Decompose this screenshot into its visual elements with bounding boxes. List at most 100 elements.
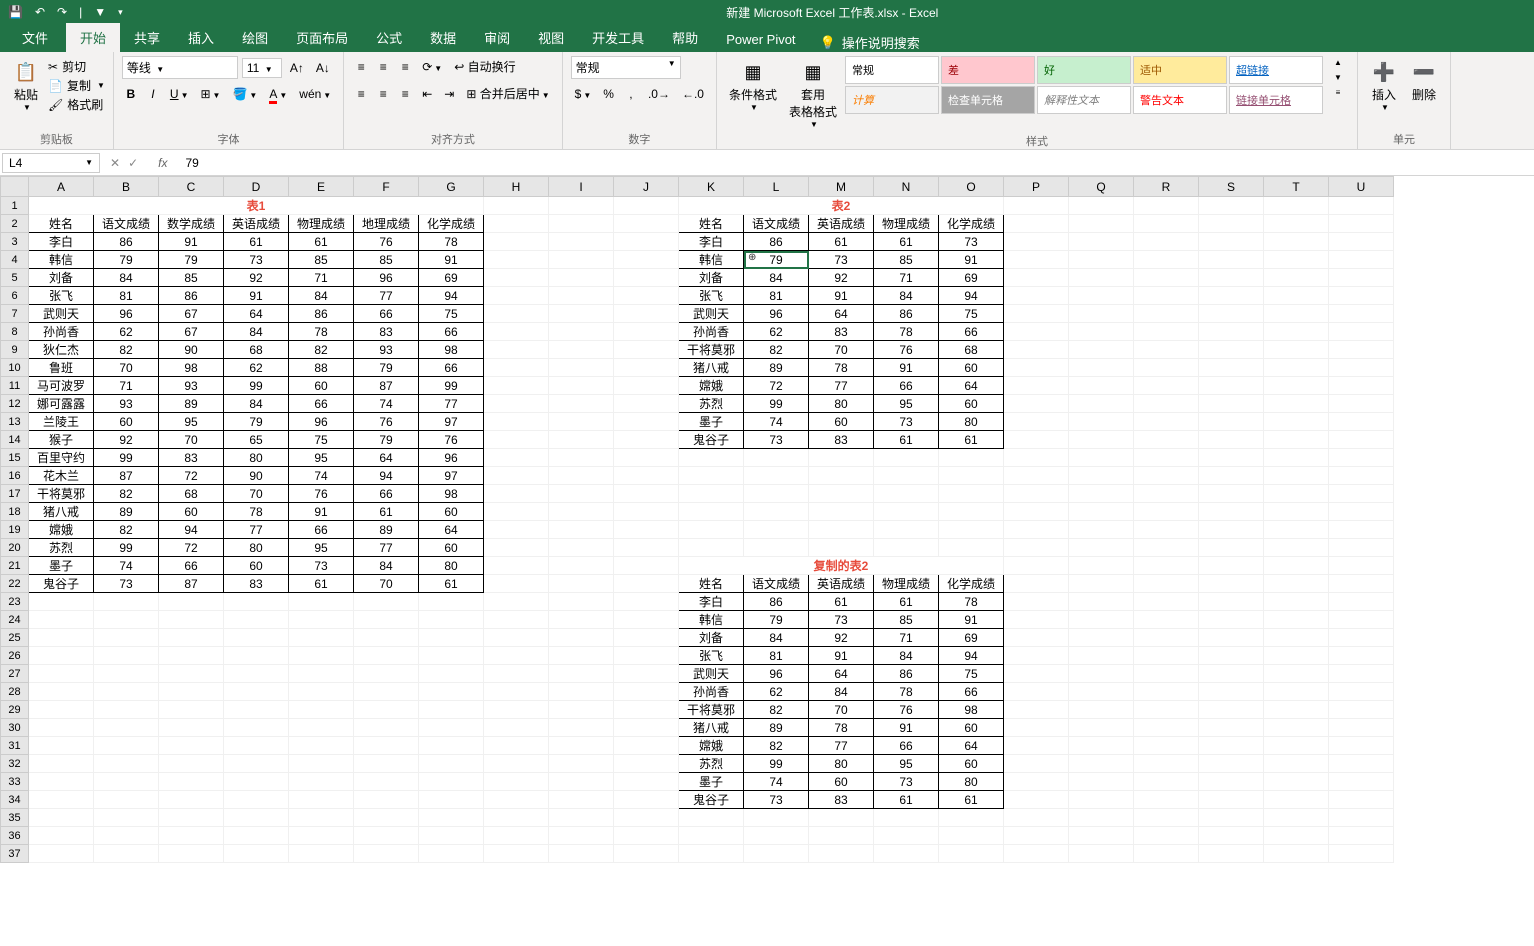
- cell[interactable]: [1199, 215, 1264, 233]
- cell[interactable]: [1004, 845, 1069, 863]
- cell[interactable]: [484, 395, 549, 413]
- cell[interactable]: [484, 629, 549, 647]
- cell[interactable]: [289, 791, 354, 809]
- style-calc[interactable]: 计算: [845, 86, 939, 114]
- cell[interactable]: [1134, 773, 1199, 791]
- cell[interactable]: [484, 413, 549, 431]
- cell[interactable]: [1264, 557, 1329, 575]
- underline-button[interactable]: U▼: [166, 85, 193, 103]
- row-header[interactable]: 35: [1, 809, 29, 827]
- cell[interactable]: 物理成绩: [874, 215, 939, 233]
- cell[interactable]: 刘备: [679, 629, 744, 647]
- cell[interactable]: 66: [354, 485, 419, 503]
- cell[interactable]: [289, 719, 354, 737]
- cell[interactable]: [29, 683, 94, 701]
- column-header[interactable]: E: [289, 177, 354, 197]
- cell[interactable]: [1199, 791, 1264, 809]
- cell[interactable]: [809, 827, 874, 845]
- cell[interactable]: [224, 647, 289, 665]
- cell[interactable]: [614, 557, 679, 575]
- cell[interactable]: [1134, 323, 1199, 341]
- cell[interactable]: 64: [419, 521, 484, 539]
- cell[interactable]: [874, 521, 939, 539]
- cell[interactable]: [1069, 377, 1134, 395]
- cell[interactable]: 83: [354, 323, 419, 341]
- cell[interactable]: 孙尚香: [679, 683, 744, 701]
- cell[interactable]: [549, 647, 614, 665]
- cell[interactable]: 68: [939, 341, 1004, 359]
- delete-cells-button[interactable]: ➖ 删除: [1406, 56, 1442, 105]
- align-top-button[interactable]: ≡: [352, 58, 370, 76]
- cell[interactable]: [1199, 323, 1264, 341]
- cell[interactable]: [1329, 323, 1394, 341]
- cell[interactable]: [614, 341, 679, 359]
- cell[interactable]: [679, 845, 744, 863]
- cell[interactable]: [289, 827, 354, 845]
- cell[interactable]: [484, 431, 549, 449]
- cell[interactable]: 91: [874, 719, 939, 737]
- align-middle-button[interactable]: ≡: [374, 58, 392, 76]
- decrease-indent-button[interactable]: ⇤: [418, 85, 436, 103]
- cell[interactable]: 66: [419, 323, 484, 341]
- cell[interactable]: [484, 575, 549, 593]
- cell[interactable]: [224, 755, 289, 773]
- cell[interactable]: [1329, 503, 1394, 521]
- row-header[interactable]: 16: [1, 467, 29, 485]
- cell[interactable]: [1134, 575, 1199, 593]
- column-header[interactable]: I: [549, 177, 614, 197]
- cell[interactable]: [1004, 413, 1069, 431]
- cell[interactable]: [744, 503, 809, 521]
- cell[interactable]: [224, 593, 289, 611]
- cell[interactable]: [1199, 683, 1264, 701]
- cell[interactable]: [484, 323, 549, 341]
- column-header[interactable]: B: [94, 177, 159, 197]
- style-check[interactable]: 检查单元格: [941, 86, 1035, 114]
- cell[interactable]: [614, 701, 679, 719]
- cell[interactable]: [224, 611, 289, 629]
- cell[interactable]: 82: [744, 737, 809, 755]
- cell[interactable]: [1069, 629, 1134, 647]
- cell[interactable]: [1004, 575, 1069, 593]
- cell[interactable]: [1004, 791, 1069, 809]
- cell[interactable]: 89: [159, 395, 224, 413]
- cell[interactable]: 数学成绩: [159, 215, 224, 233]
- cell[interactable]: [1199, 611, 1264, 629]
- cell[interactable]: 99: [419, 377, 484, 395]
- cell[interactable]: [1199, 665, 1264, 683]
- cell[interactable]: [94, 665, 159, 683]
- cell[interactable]: [1264, 395, 1329, 413]
- cell[interactable]: [1069, 575, 1134, 593]
- cell[interactable]: [614, 539, 679, 557]
- cell[interactable]: 79: [354, 359, 419, 377]
- cell[interactable]: [224, 665, 289, 683]
- cell[interactable]: 61: [874, 593, 939, 611]
- cell[interactable]: [1004, 809, 1069, 827]
- cell[interactable]: [549, 431, 614, 449]
- cell[interactable]: [1199, 521, 1264, 539]
- cell[interactable]: [1264, 197, 1329, 215]
- italic-button[interactable]: I: [144, 85, 162, 103]
- cell[interactable]: [484, 233, 549, 251]
- cell[interactable]: 韩信: [29, 251, 94, 269]
- percent-button[interactable]: %: [599, 85, 618, 103]
- cell[interactable]: 74: [289, 467, 354, 485]
- cell[interactable]: [159, 845, 224, 863]
- cell[interactable]: 60: [419, 503, 484, 521]
- cell[interactable]: [29, 701, 94, 719]
- cell[interactable]: [1329, 773, 1394, 791]
- cell[interactable]: [614, 719, 679, 737]
- cell[interactable]: 84: [874, 647, 939, 665]
- cell[interactable]: 73: [809, 611, 874, 629]
- cell[interactable]: [614, 215, 679, 233]
- cell[interactable]: [419, 719, 484, 737]
- cell[interactable]: 84: [809, 683, 874, 701]
- cell[interactable]: [289, 665, 354, 683]
- cell[interactable]: [1069, 323, 1134, 341]
- column-header[interactable]: Q: [1069, 177, 1134, 197]
- cell[interactable]: [1134, 629, 1199, 647]
- cell[interactable]: [1199, 485, 1264, 503]
- cell[interactable]: [549, 233, 614, 251]
- row-header[interactable]: 32: [1, 755, 29, 773]
- tab-formulas[interactable]: 公式: [362, 23, 416, 52]
- cell[interactable]: [1069, 251, 1134, 269]
